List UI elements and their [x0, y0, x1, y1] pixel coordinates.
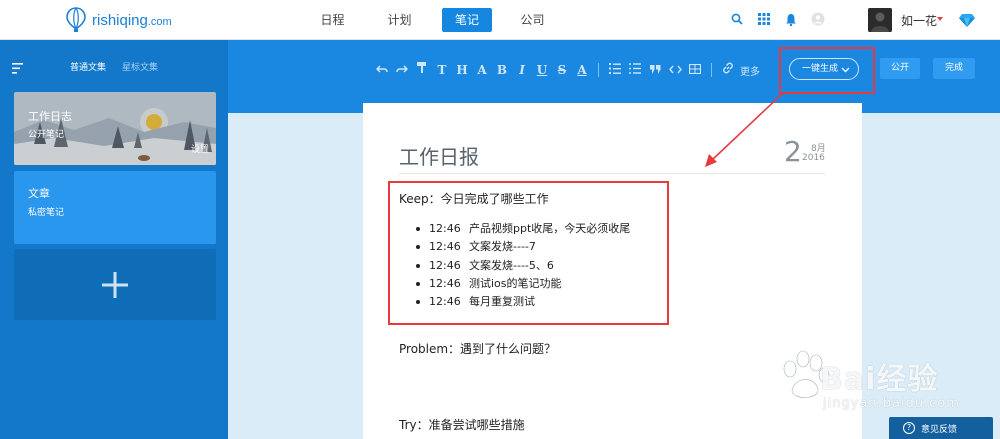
- plus-icon: [102, 271, 128, 298]
- format-paragraph-icon[interactable]: T: [432, 61, 452, 79]
- notebook-visibility: 私密笔记: [28, 208, 65, 218]
- format-underline-icon[interactable]: U: [532, 61, 552, 79]
- notebook-card-work-log[interactable]: 工作日志 公开笔记 设置: [14, 92, 216, 165]
- format-painter-icon[interactable]: [412, 61, 432, 79]
- user-name[interactable]: 如一花: [901, 12, 937, 29]
- feedback-button[interactable]: ? 意见反馈: [889, 417, 993, 439]
- add-notebook-button[interactable]: [14, 249, 216, 320]
- date-day: 2: [784, 135, 802, 168]
- done-button[interactable]: 完成: [933, 58, 975, 79]
- feedback-label: 意见反馈: [921, 424, 958, 435]
- format-toolbar: T H A B I U S A 更多: [372, 61, 760, 79]
- annotation-box-generate: [779, 47, 875, 94]
- try-heading[interactable]: Try：准备尝试哪些措施: [399, 416, 525, 433]
- avatar[interactable]: [868, 8, 892, 32]
- quote-icon[interactable]: [645, 61, 665, 79]
- date-year: 2016: [802, 153, 825, 163]
- watermark-url: jingyan.baidu.com: [823, 396, 960, 411]
- title-divider: [399, 173, 825, 174]
- publish-button[interactable]: 公开: [880, 58, 920, 79]
- top-bar: rishiqing.com 日程 计划 笔记 公司 如一花: [0, 0, 1000, 40]
- page-title[interactable]: 工作日报: [399, 141, 479, 170]
- logo[interactable]: rishiqing.com: [66, 6, 172, 34]
- bell-icon[interactable]: [782, 10, 800, 28]
- balloon-logo-icon: [66, 7, 86, 32]
- format-italic-icon[interactable]: I: [512, 61, 532, 79]
- notebook-title: 文章: [28, 187, 50, 200]
- profile-placeholder-icon[interactable]: [809, 10, 827, 28]
- redo-icon[interactable]: [392, 61, 412, 79]
- watermark-text: Bai经验: [820, 362, 939, 397]
- notebook-settings-link[interactable]: 设置: [191, 142, 209, 155]
- undo-icon[interactable]: [372, 61, 392, 79]
- main-nav: 日程 计划 笔记 公司: [300, 8, 567, 32]
- nav-tab-schedule[interactable]: 日程: [300, 8, 365, 32]
- tab-starred-collections[interactable]: 星标文集: [122, 60, 158, 73]
- user-menu-caret-icon[interactable]: [937, 17, 943, 21]
- format-heading-a-icon[interactable]: A: [472, 61, 492, 79]
- problem-heading[interactable]: Problem：遇到了什么问题？: [399, 340, 556, 357]
- sidebar-menu-icon[interactable]: [12, 59, 24, 78]
- search-icon[interactable]: [728, 10, 746, 28]
- bullet-list-icon[interactable]: [625, 61, 645, 79]
- ordered-list-icon[interactable]: [605, 61, 625, 79]
- notebook-title: 工作日志: [28, 110, 72, 123]
- format-bold-icon[interactable]: B: [492, 61, 512, 79]
- nav-tab-company[interactable]: 公司: [500, 8, 565, 32]
- format-strikethrough-icon[interactable]: S: [552, 61, 572, 79]
- logo-text: rishiqing.com: [92, 11, 172, 29]
- nav-tab-plan[interactable]: 计划: [367, 8, 432, 32]
- link-icon[interactable]: [718, 61, 738, 79]
- toolbar-divider: [598, 63, 599, 77]
- format-heading-icon[interactable]: H: [452, 61, 472, 79]
- code-icon[interactable]: [665, 61, 685, 79]
- nav-tab-notes[interactable]: 笔记: [442, 8, 492, 32]
- notebook-sidebar: 普通文集 星标文集 工作日志 公开笔记 设置 文章 私密笔记: [0, 40, 228, 439]
- toolbar-more-label[interactable]: 更多: [740, 63, 760, 78]
- question-icon: ?: [903, 422, 915, 434]
- notebook-card-articles[interactable]: 文章 私密笔记: [14, 171, 216, 244]
- table-icon[interactable]: [685, 61, 705, 79]
- diamond-vip-icon[interactable]: [959, 12, 975, 31]
- annotation-box-keep: [388, 181, 669, 325]
- apps-grid-icon[interactable]: [755, 10, 773, 28]
- format-font-color-icon[interactable]: A: [572, 61, 592, 79]
- tab-normal-collections[interactable]: 普通文集: [70, 60, 106, 73]
- notebook-visibility: 公开笔记: [28, 130, 65, 140]
- toolbar-divider: [711, 63, 712, 77]
- top-icon-group: [728, 10, 836, 28]
